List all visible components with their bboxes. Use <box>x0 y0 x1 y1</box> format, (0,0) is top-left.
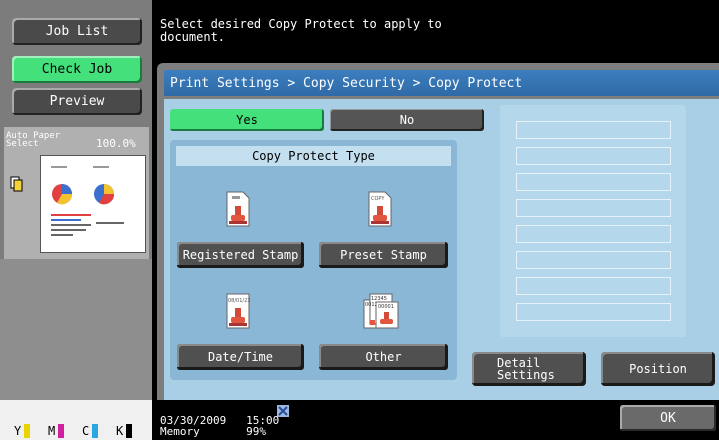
breadcrumb: Print Settings > Copy Security > Copy Pr… <box>164 70 719 96</box>
position-button[interactable]: Position <box>601 352 715 386</box>
no-toggle-button[interactable]: No <box>330 109 484 131</box>
paper-stack-icon <box>10 176 23 192</box>
detail-settings-button[interactable]: Detail Settings <box>472 352 586 386</box>
ok-button[interactable]: OK <box>620 405 716 431</box>
svg-text:COPY: COPY <box>371 196 385 202</box>
registered-stamp-icon <box>226 191 250 227</box>
toner-yellow: Y <box>14 424 31 438</box>
list-item <box>516 173 671 191</box>
preview-button[interactable]: Preview <box>12 88 142 115</box>
list-item <box>516 225 671 243</box>
document-preview-thumbnail <box>40 155 146 253</box>
copy-protect-type-header: Copy Protect Type <box>176 146 451 166</box>
svg-text:00001: 00001 <box>378 304 394 310</box>
job-list-button[interactable]: Job List <box>12 18 142 45</box>
toner-cyan: C <box>82 424 99 438</box>
list-item <box>516 303 671 321</box>
list-item <box>516 121 671 139</box>
list-item <box>516 147 671 165</box>
date-time-button[interactable]: Date/Time <box>177 344 304 370</box>
date-time-status: 03/30/2009 15:00 Memory 99% <box>160 414 280 438</box>
auto-paper-label: Auto Paper Select <box>6 131 61 149</box>
toner-magenta: M <box>48 424 65 438</box>
network-status-icon <box>277 405 289 417</box>
list-item <box>516 199 671 217</box>
list-item <box>516 251 671 269</box>
check-job-button[interactable]: Check Job <box>12 56 142 83</box>
other-stamp-icon: 12345 0012 00001 <box>363 293 399 329</box>
registered-stamp-button[interactable]: Registered Stamp <box>177 242 304 268</box>
date-time-stamp-icon: 08/01/23 <box>226 293 250 329</box>
instruction-message: Select desired Copy Protect to apply to … <box>160 17 442 44</box>
yes-toggle-button[interactable]: Yes <box>170 109 324 131</box>
list-item <box>516 277 671 295</box>
preset-stamp-button[interactable]: Preset Stamp <box>319 242 448 268</box>
toner-black: K <box>116 424 133 438</box>
zoom-value: 100.0% <box>96 137 136 150</box>
svg-text:08/01/23: 08/01/23 <box>228 298 250 304</box>
preset-stamp-icon: COPY <box>368 191 392 227</box>
other-button[interactable]: Other <box>319 344 448 370</box>
pie-charts-thumbnail-icon <box>51 166 124 236</box>
